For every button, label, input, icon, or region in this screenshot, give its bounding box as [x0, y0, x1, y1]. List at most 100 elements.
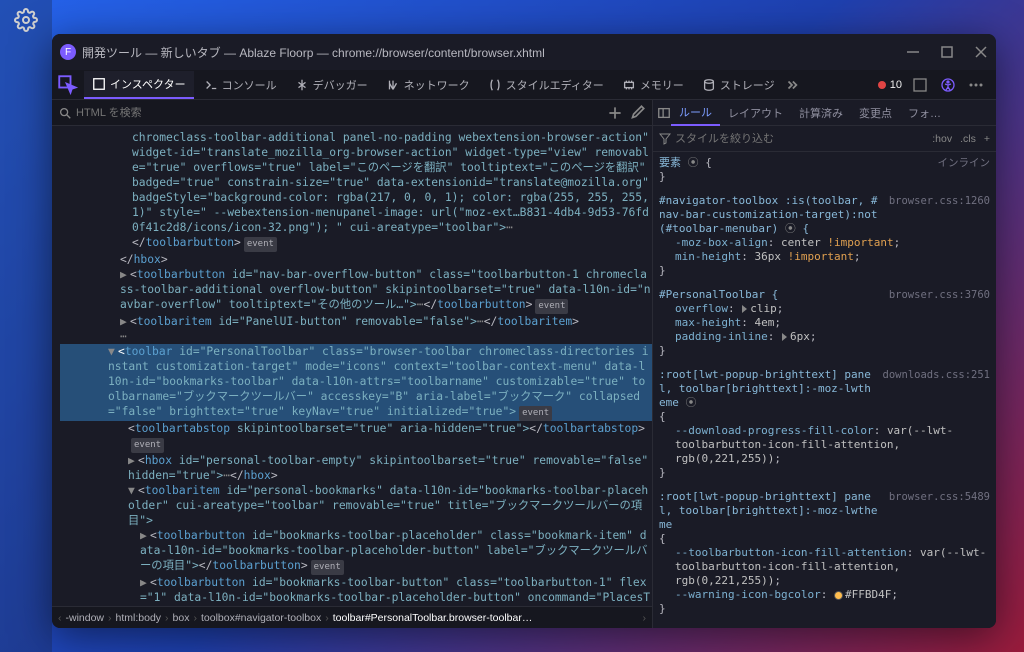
tree-node[interactable]: ▶<toolbarbutton id="nav-bar-overflow-but…	[60, 267, 652, 314]
toggle-pane-icon[interactable]	[657, 106, 671, 120]
tree-node[interactable]: <toolbartabstop skipintoolbarset="true" …	[60, 421, 652, 453]
chevron-right-icon[interactable]: ›	[643, 612, 647, 624]
tree-node[interactable]: </hbox>	[60, 252, 652, 267]
rule-block[interactable]: #navigator-toolbox :is(toolbar, #nav-bar…	[659, 194, 990, 278]
tree-node[interactable]: ▶<toolbarbutton id="bookmarks-toolbar-pl…	[60, 528, 652, 575]
rule-block[interactable]: :root[lwt-popup-brighttext] panel, toolb…	[659, 490, 990, 616]
crumb[interactable]: -window	[62, 612, 109, 624]
tabs-overflow-icon[interactable]	[785, 78, 799, 92]
rule-source[interactable]: browser.css:1260	[889, 194, 990, 208]
expand-icon[interactable]: ▶	[140, 528, 150, 543]
tab-styleeditor[interactable]: スタイルエディター	[480, 72, 612, 98]
rule-block[interactable]: :root:-moz-lwtheme-brighttext, :root too…	[659, 626, 990, 628]
window-title: 開発ツール — 新しいタブ — Ablaze Floorp — chrome:/…	[82, 44, 545, 61]
titlebar: F 開発ツール — 新しいタブ — Ablaze Floorp — chrome…	[52, 34, 996, 70]
maximize-icon[interactable]	[940, 45, 954, 59]
tree-node[interactable]: ▶<toolbarbutton id="bookmarks-toolbar-bu…	[60, 575, 652, 606]
crumb[interactable]: html:body	[112, 612, 166, 624]
rule-block[interactable]: 要素 ⦿ {インライン}	[659, 156, 990, 184]
rules-tab-rules[interactable]: ルール	[671, 100, 720, 126]
expand-icon[interactable]	[782, 333, 787, 341]
tab-memory[interactable]: メモリー	[614, 72, 692, 98]
tree-node[interactable]: ▶<toolbaritem id="PanelUI-button" remova…	[60, 314, 652, 329]
rule-block[interactable]: #PersonalToolbar {browser.css:3760 overf…	[659, 288, 990, 358]
accessibility-icon[interactable]	[938, 75, 958, 95]
rule-selector[interactable]: #navigator-toolbox :is(toolbar, #nav-bar…	[659, 194, 881, 236]
tab-label: メモリー	[640, 77, 684, 93]
rule-selector[interactable]: :root[lwt-popup-brighttext] panel, toolb…	[659, 490, 881, 532]
event-badge[interactable]: event	[311, 560, 344, 575]
error-count: 10	[890, 79, 902, 91]
rules-tab-computed[interactable]: 計算済み	[791, 101, 851, 125]
tab-debugger[interactable]: デバッガー	[287, 72, 376, 98]
rule-source[interactable]: browser.css:1709	[889, 626, 990, 628]
tree-node[interactable]: ▶<hbox id="personal-toolbar-empty" skipi…	[60, 453, 652, 483]
rule-source[interactable]: browser.css:3760	[889, 288, 990, 302]
tree-node-selected[interactable]: ▼<toolbar id="PersonalToolbar" class="br…	[60, 344, 652, 421]
error-count-badge[interactable]: 10	[878, 79, 902, 91]
rule-selector[interactable]: #PersonalToolbar {	[659, 288, 881, 302]
add-rule-icon[interactable]: +	[984, 133, 990, 145]
event-badge[interactable]: event	[535, 299, 568, 314]
expand-icon[interactable]: ▶	[120, 314, 130, 329]
tab-storage[interactable]: ストレージ	[694, 72, 783, 98]
collapse-icon[interactable]: ▼	[128, 483, 138, 498]
collapse-icon[interactable]: ▼	[108, 344, 118, 359]
expand-icon[interactable]: ▶	[120, 267, 130, 282]
html-search-input[interactable]	[72, 107, 602, 119]
kebab-menu-icon[interactable]	[966, 75, 986, 95]
element-picker-icon[interactable]	[58, 75, 78, 95]
rule-source[interactable]: browser.css:5489	[889, 490, 990, 504]
crumb[interactable]: toolbox#navigator-toolbox	[197, 612, 325, 624]
rule-selector[interactable]: 要素	[659, 156, 681, 169]
rules-pane: ルール レイアウト 計算済み 変更点 フォ… :hov .cls + 要素 ⦿ …	[652, 100, 996, 628]
rules-tab-changes[interactable]: 変更点	[851, 101, 900, 125]
rules-body[interactable]: 要素 ⦿ {インライン} #navigator-toolbox :is(tool…	[653, 152, 996, 628]
rule-source[interactable]: downloads.css:251	[883, 368, 990, 382]
console-icon	[204, 78, 218, 92]
target-icon[interactable]: ⦿	[688, 156, 699, 169]
inspector-left-pane: chromeclass-toolbar-additional panel-no-…	[52, 100, 652, 628]
close-icon[interactable]	[974, 45, 988, 59]
crumb-active[interactable]: toolbar#PersonalToolbar.browser-toolbar…	[329, 612, 537, 624]
devtools-window: F 開発ツール — 新しいタブ — Ablaze Floorp — chrome…	[52, 34, 996, 628]
expand-icon[interactable]: ▶	[140, 575, 150, 590]
tree-node[interactable]: </toolbarbutton>event	[60, 235, 652, 252]
tree-node[interactable]: ⋯	[60, 329, 652, 344]
event-badge[interactable]: event	[244, 237, 277, 252]
rule-selector[interactable]: :root:-moz-lwtheme-brighttext, :root too…	[659, 626, 881, 628]
hov-toggle[interactable]: :hov	[932, 133, 952, 145]
tree-node[interactable]: ▼<toolbaritem id="personal-bookmarks" da…	[60, 483, 652, 528]
breadcrumb: ‹ -window› html:body› box› toolbox#navig…	[52, 606, 652, 628]
os-taskbar	[0, 0, 52, 652]
rules-filter-input[interactable]	[675, 133, 932, 145]
rules-tabs: ルール レイアウト 計算済み 変更点 フォ…	[653, 100, 996, 126]
minimize-icon[interactable]	[906, 45, 920, 59]
eyedropper-icon[interactable]	[628, 104, 646, 122]
gear-icon[interactable]	[14, 8, 38, 32]
inspector-icon	[92, 77, 106, 91]
rules-tab-layout[interactable]: レイアウト	[720, 101, 791, 125]
expand-icon[interactable]	[742, 305, 747, 313]
tab-inspector[interactable]: インスペクター	[84, 71, 194, 99]
cls-toggle[interactable]: .cls	[960, 133, 976, 145]
rules-tab-fonts[interactable]: フォ…	[900, 101, 949, 125]
event-badge[interactable]: event	[131, 438, 164, 453]
tab-label: コンソール	[222, 77, 277, 93]
rule-selector[interactable]: :root[lwt-popup-brighttext] panel, toolb…	[659, 368, 875, 410]
color-swatch[interactable]	[834, 591, 843, 600]
html-tree[interactable]: chromeclass-toolbar-additional panel-no-…	[52, 126, 652, 606]
rule-block[interactable]: :root[lwt-popup-brighttext] panel, toolb…	[659, 368, 990, 480]
tree-node[interactable]: chromeclass-toolbar-additional panel-no-…	[60, 130, 652, 235]
tab-console[interactable]: コンソール	[196, 72, 285, 98]
main-content: chromeclass-toolbar-additional panel-no-…	[52, 100, 996, 628]
tab-label: デバッガー	[313, 77, 368, 93]
event-badge[interactable]: event	[519, 406, 552, 421]
memory-icon	[622, 78, 636, 92]
rules-filter-row: :hov .cls +	[653, 126, 996, 152]
add-node-icon[interactable]	[606, 104, 624, 122]
crumb[interactable]: box	[169, 612, 194, 624]
settings-badge-icon[interactable]	[910, 75, 930, 95]
tab-network[interactable]: ネットワーク	[378, 72, 478, 98]
expand-icon[interactable]: ▶	[128, 453, 138, 468]
